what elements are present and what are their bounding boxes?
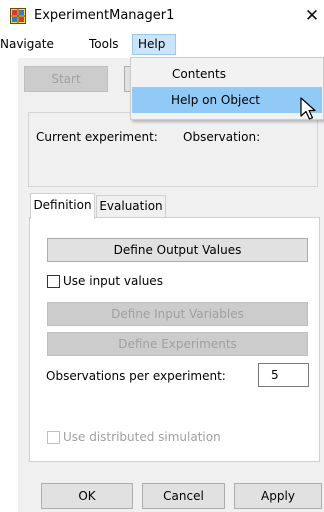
distributed-simulation-label: Use distributed simulation <box>63 430 221 444</box>
menu-help[interactable]: Help <box>132 34 176 55</box>
start-button[interactable]: Start <box>24 66 108 92</box>
observations-per-experiment-label: Observations per experiment: <box>46 369 226 383</box>
experiment-manager-icon <box>10 8 26 24</box>
observations-per-experiment-input[interactable]: 5 <box>258 363 309 387</box>
mouse-pointer-icon <box>300 97 320 123</box>
use-input-values-checkbox[interactable] <box>47 275 60 288</box>
observation-label: Observation: <box>183 130 261 144</box>
use-input-values-label: Use input values <box>63 274 163 288</box>
menu-tools[interactable]: Tools <box>89 36 119 54</box>
menu-item-help-on-object[interactable]: Help on Object <box>132 87 322 113</box>
close-icon[interactable]: ✕ <box>300 2 324 30</box>
ok-button[interactable]: OK <box>41 483 133 509</box>
define-output-values-button[interactable]: Define Output Values <box>47 238 308 262</box>
help-dropdown-menu: Contents Help on Object <box>130 57 324 120</box>
distributed-simulation-checkbox[interactable] <box>47 431 60 444</box>
define-experiments-button[interactable]: Define Experiments <box>47 332 308 356</box>
cancel-button[interactable]: Cancel <box>142 483 225 509</box>
window-title: ExperimentManager1 <box>34 8 175 23</box>
apply-button[interactable]: Apply <box>234 483 322 509</box>
define-input-variables-button[interactable]: Define Input Variables <box>47 302 308 326</box>
status-group <box>28 112 318 187</box>
menu-navigate[interactable]: Navigate <box>0 36 54 54</box>
current-experiment-label: Current experiment: <box>36 130 158 144</box>
menu-item-contents[interactable]: Contents <box>132 62 322 86</box>
tab-definition[interactable]: Definition <box>30 193 95 219</box>
tab-evaluation[interactable]: Evaluation <box>96 195 166 217</box>
